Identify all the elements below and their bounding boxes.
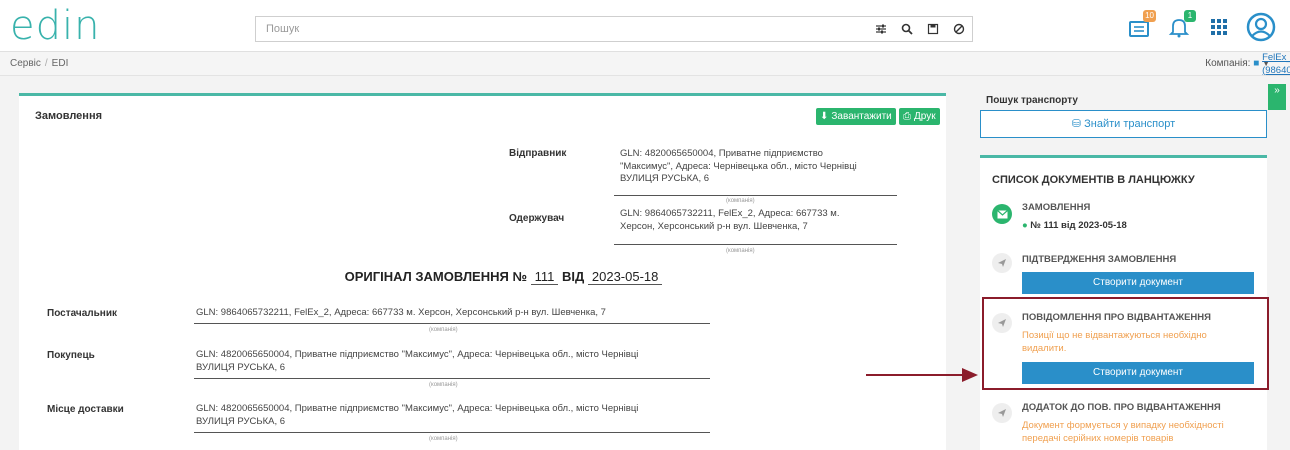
save-icon[interactable] <box>920 17 946 41</box>
document-panel: Замовлення ⬇ Завантажити ⎙ Друк Відправн… <box>19 93 946 450</box>
delivery-value: GLN: 4820065650004, Приватне підприємств… <box>196 403 716 428</box>
company-value[interactable]: FelEx_2 (9864065732211) <box>1262 52 1290 77</box>
receiver-underline <box>614 244 897 245</box>
breadcrumb: Сервіс/ EDI Компанія: ■ FelEx_2 (98640657… <box>0 52 1290 76</box>
chain-title: СПИСОК ДОКУМЕНТІВ В ЛАНЦЮЖКУ <box>992 174 1195 186</box>
envelope-icon <box>992 204 1012 224</box>
print-icon: ⎙ <box>903 111 911 122</box>
buyer-line: GLN: 4820065650004, Приватне підприємств… <box>196 349 639 360</box>
buyer-label: Покупець <box>47 350 95 361</box>
annotation-highlight-box <box>982 297 1269 390</box>
top-icons: 10 1 <box>1126 10 1276 42</box>
building-icon: ■ <box>1253 58 1260 69</box>
sender-hint: (компанія) <box>726 198 755 204</box>
buyer-line: ВУЛИЦЯ РУСЬКА, 6 <box>196 361 286 373</box>
edin-logo[interactable]: edin <box>10 6 100 46</box>
documents-badge: 10 <box>1143 10 1156 22</box>
sender-line: ВУЛИЦЯ РУСЬКА, 6 <box>620 173 710 184</box>
order-number: 111 <box>530 269 559 285</box>
notifications-badge: 1 <box>1184 10 1196 22</box>
print-button[interactable]: ⎙ Друк <box>899 108 940 125</box>
buyer-value: GLN: 4820065650004, Приватне підприємств… <box>196 349 716 374</box>
find-transport-label: Знайти транспорт <box>1084 118 1176 130</box>
receiver-hint: (компанія) <box>726 248 755 254</box>
paper-plane-icon <box>992 403 1012 423</box>
search-input[interactable] <box>256 17 868 41</box>
company-selector[interactable]: Компанія: ■ FelEx_2 (9864065732211) ▼ <box>1205 52 1290 76</box>
transport-search-label: Пошук транспорту <box>986 95 1078 106</box>
download-icon: ⬇ <box>820 111 829 122</box>
sender-line: GLN: 4820065650004, Приватне підприємств… <box>620 148 823 159</box>
delivery-hint: (компанія) <box>429 436 458 442</box>
create-confirmation-button[interactable]: Створити документ <box>1022 272 1254 294</box>
truck-icon: ⛁ <box>1071 118 1082 130</box>
order-date: 2023-05-18 <box>587 269 663 285</box>
sender-line: "Максимус", Адреса: Чернівецька обл., мі… <box>620 160 857 172</box>
order-heading-prefix: ОРИГІНАЛ ЗАМОВЛЕННЯ № <box>344 269 527 284</box>
supplier-line: GLN: 9864065732211, FelEx_2, Адреса: 667… <box>196 307 606 318</box>
buyer-underline <box>194 378 710 379</box>
step-addendum-note: Документ формується у випадку необхіднос… <box>1022 419 1224 445</box>
paper-plane-icon <box>992 253 1012 273</box>
step-addendum-note-line: передачі серійних номерів товарів <box>1022 433 1174 444</box>
supplier-underline <box>194 323 710 324</box>
annotation-arrowhead-icon <box>962 368 978 382</box>
delivery-line: GLN: 4820065650004, Приватне підприємств… <box>196 403 639 414</box>
breadcrumb-service[interactable]: Сервіс <box>10 58 41 69</box>
find-transport-button[interactable]: ⛁ Знайти транспорт <box>980 110 1267 138</box>
clear-icon[interactable] <box>946 17 972 41</box>
receiver-line: Херсон, Херсонський р-н вул. Шевченка, 7 <box>620 220 808 232</box>
breadcrumb-separator: / <box>44 58 48 69</box>
breadcrumb-edi[interactable]: EDI <box>52 58 69 69</box>
receiver-line: GLN: 9864065732211, FelEx_2, Адреса: 667… <box>620 208 840 219</box>
sidebar-collapse-icon[interactable]: » <box>1268 84 1286 110</box>
document-title: Замовлення <box>35 110 103 122</box>
supplier-hint: (компанія) <box>429 327 458 333</box>
order-heading-from: ВІД <box>561 269 585 284</box>
receiver-label: Одержувач <box>509 213 565 224</box>
order-heading: ОРИГІНАЛ ЗАМОВЛЕННЯ № 111 ВІД 2023-05-18 <box>19 269 946 285</box>
annotation-arrow <box>866 374 970 376</box>
sender-underline <box>614 195 897 196</box>
filter-icon[interactable] <box>868 17 894 41</box>
download-button[interactable]: ⬇ Завантажити <box>816 108 896 125</box>
user-avatar-icon[interactable] <box>1246 12 1276 42</box>
supplier-label: Постачальник <box>47 308 117 319</box>
documents-icon[interactable]: 10 <box>1126 10 1156 40</box>
search-icon[interactable] <box>894 17 920 41</box>
apps-grid-icon[interactable] <box>1206 14 1232 40</box>
receiver-value: GLN: 9864065732211, FelEx_2, Адреса: 667… <box>620 208 910 233</box>
print-label: Друк <box>914 111 936 122</box>
step-addendum-note-line: Документ формується у випадку необхіднос… <box>1022 420 1224 431</box>
top-bar: edin 10 1 <box>0 0 1290 52</box>
sender-label: Відправник <box>509 148 567 159</box>
delivery-label: Місце доставки <box>47 404 124 415</box>
download-label: Завантажити <box>831 111 892 122</box>
status-dot-icon: ● <box>1022 220 1028 231</box>
company-label: Компанія: <box>1205 58 1251 69</box>
sender-value: GLN: 4820065650004, Приватне підприємств… <box>620 148 910 186</box>
step-order-sub[interactable]: ● № 111 від 2023-05-18 <box>1022 219 1127 232</box>
step-addendum-title: ДОДАТОК ДО ПОВ. ПРО ВІДВАНТАЖЕННЯ <box>1022 402 1221 413</box>
search-bar <box>255 16 973 42</box>
step-confirmation-title: ПІДТВЕРДЖЕННЯ ЗАМОВЛЕННЯ <box>1022 254 1177 265</box>
bell-icon[interactable]: 1 <box>1166 10 1196 40</box>
step-order-title: ЗАМОВЛЕННЯ <box>1022 202 1091 213</box>
buyer-hint: (компанія) <box>429 382 458 388</box>
order-link[interactable]: № 111 від 2023-05-18 <box>1030 220 1126 231</box>
delivery-line: ВУЛИЦЯ РУСЬКА, 6 <box>196 415 286 427</box>
supplier-value: GLN: 9864065732211, FelEx_2, Адреса: 667… <box>196 307 716 320</box>
delivery-underline <box>194 432 710 433</box>
